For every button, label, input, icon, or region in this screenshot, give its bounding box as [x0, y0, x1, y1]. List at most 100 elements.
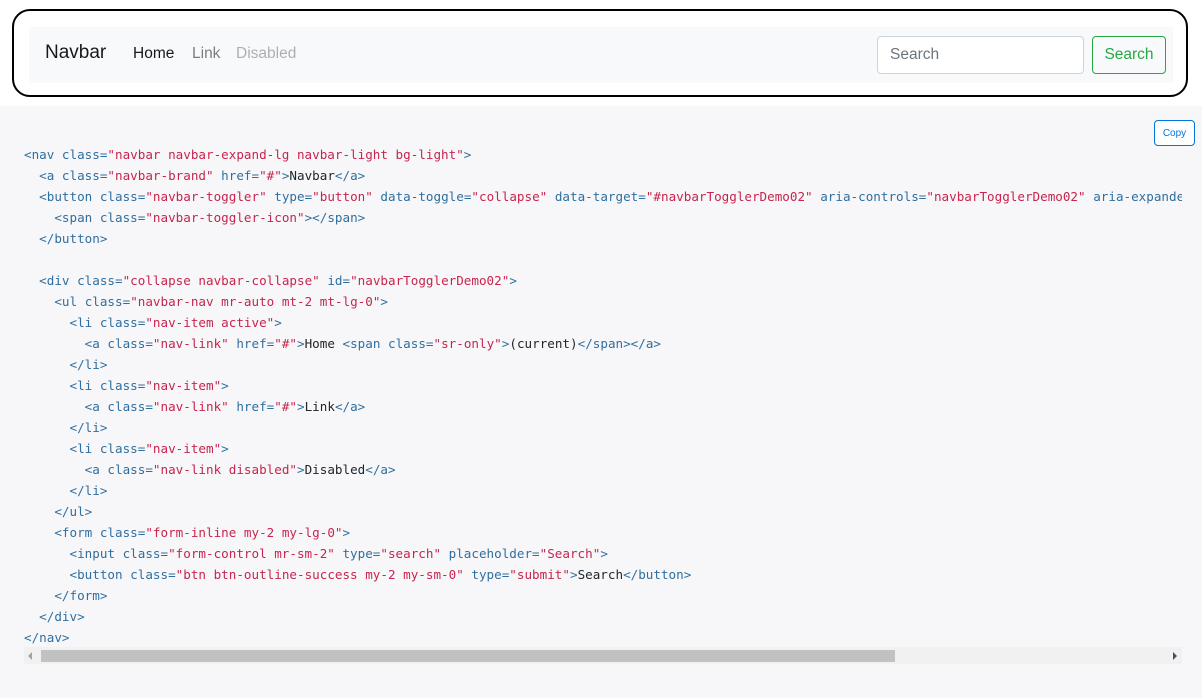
scroll-right-arrow-icon[interactable] — [1173, 652, 1177, 660]
code-token: <li — [69, 378, 100, 393]
code-line: <form class="form-inline my-2 my-lg-0"> — [24, 525, 350, 540]
code-token: "btn btn-outline-success my-2 my-sm-0" — [175, 567, 464, 582]
code-token: <input — [69, 546, 123, 561]
code-token: data-target= — [547, 189, 646, 204]
code-token: </span></a> — [577, 336, 662, 351]
code-token: > — [569, 567, 578, 582]
code-line: <li class="nav-item"> — [24, 441, 229, 456]
code-token: </li> — [69, 483, 108, 498]
code-token: aria-controls= — [812, 189, 927, 204]
nav-link-disabled: Disabled — [236, 45, 297, 62]
code-token: > — [380, 294, 388, 309]
code-token: > — [296, 462, 305, 477]
scrollbar-thumb[interactable] — [41, 650, 895, 662]
code-token: </nav> — [24, 630, 70, 645]
code-token: href= — [228, 336, 275, 351]
code-line: <div class="collapse navbar-collapse" id… — [24, 273, 517, 288]
navbar-brand[interactable]: Navbar — [45, 42, 106, 64]
code-line: </li> — [24, 420, 108, 435]
code-token: ></span> — [304, 210, 366, 225]
code-token: "sr-only" — [433, 336, 502, 351]
code-token: "search" — [380, 546, 442, 561]
code-token: class= — [107, 336, 153, 351]
code-token: Link — [304, 399, 335, 414]
code-token: > — [274, 315, 282, 330]
code-token: class= — [61, 168, 108, 183]
code-token: </a> — [334, 168, 366, 183]
code-token: <li — [69, 441, 100, 456]
code-token: </ul> — [54, 504, 93, 519]
scroll-left-arrow-icon[interactable] — [28, 652, 32, 660]
code-token: > — [342, 525, 351, 540]
code-token: class= — [99, 378, 146, 393]
code-token: "nav-item" — [145, 378, 222, 393]
code-token: data-toggle= — [372, 189, 472, 204]
code-token: "navbar navbar-expand-lg navbar-light bg… — [107, 147, 464, 162]
code-token: <a — [39, 168, 62, 183]
code-line: <a class="navbar-brand" href="#">Navbar<… — [24, 168, 365, 183]
code-token: "#" — [274, 336, 297, 351]
code-token: class= — [99, 525, 146, 540]
code-token: class= — [84, 294, 131, 309]
code-token: </a> — [334, 399, 366, 414]
code-line: <nav class="navbar navbar-expand-lg navb… — [24, 147, 471, 162]
code-token: "nav-link disabled" — [152, 462, 297, 477]
code-token: <a — [84, 336, 108, 351]
code-token: class= — [99, 441, 146, 456]
code-token: <div — [39, 273, 78, 288]
code-token: "nav-link" — [152, 399, 229, 414]
search-button[interactable]: Search — [1092, 36, 1166, 74]
code-token: > — [600, 546, 608, 561]
code-token: (current) — [509, 336, 578, 351]
code-line: <a class="nav-link" href="#">Home <span … — [24, 336, 661, 351]
code-token: Search — [577, 567, 624, 582]
code-line: </ul> — [24, 504, 92, 519]
code-token: "#" — [259, 168, 282, 183]
code-token: class= — [388, 336, 434, 351]
code-token: class= — [99, 210, 146, 225]
code-token: </li> — [69, 357, 108, 372]
code-token: <a — [84, 399, 108, 414]
copy-button[interactable]: Copy — [1154, 120, 1195, 146]
code-token: > — [297, 336, 305, 351]
code-token: </button> — [39, 231, 108, 246]
code-token: </button> — [623, 567, 692, 582]
code-token: "collapse" — [471, 189, 548, 204]
code-line: <a class="nav-link disabled">Disabled</a… — [24, 462, 396, 477]
code-line: <button class="navbar-toggler" type="but… — [24, 189, 1182, 204]
code-token: "navbar-toggler-icon" — [145, 210, 305, 225]
code-token: <a — [84, 462, 108, 477]
code-block: Copy <nav class="navbar navbar-expand-lg… — [0, 106, 1202, 698]
nav-link-link[interactable]: Link — [192, 45, 220, 63]
code-token: class= — [107, 399, 153, 414]
code-token: "submit" — [509, 567, 570, 582]
code-token: type= — [334, 546, 381, 561]
code-line: <span class="navbar-toggler-icon"></span… — [24, 210, 365, 225]
nav-link-home[interactable]: Home — [133, 45, 174, 63]
code-token: </form> — [54, 588, 108, 603]
horizontal-scrollbar[interactable] — [24, 647, 1182, 664]
code-token: <ul — [54, 294, 85, 309]
code-token: "navbar-nav mr-auto mt-2 mt-lg-0" — [130, 294, 381, 309]
code-token: <span — [342, 336, 389, 351]
code-token: class= — [77, 273, 123, 288]
code-token: class= — [107, 462, 153, 477]
code-line: </li> — [24, 483, 108, 498]
search-input[interactable] — [877, 36, 1084, 74]
code-token: "nav-link" — [152, 336, 229, 351]
code-token: class= — [122, 546, 169, 561]
code-token: "Search" — [539, 546, 601, 561]
